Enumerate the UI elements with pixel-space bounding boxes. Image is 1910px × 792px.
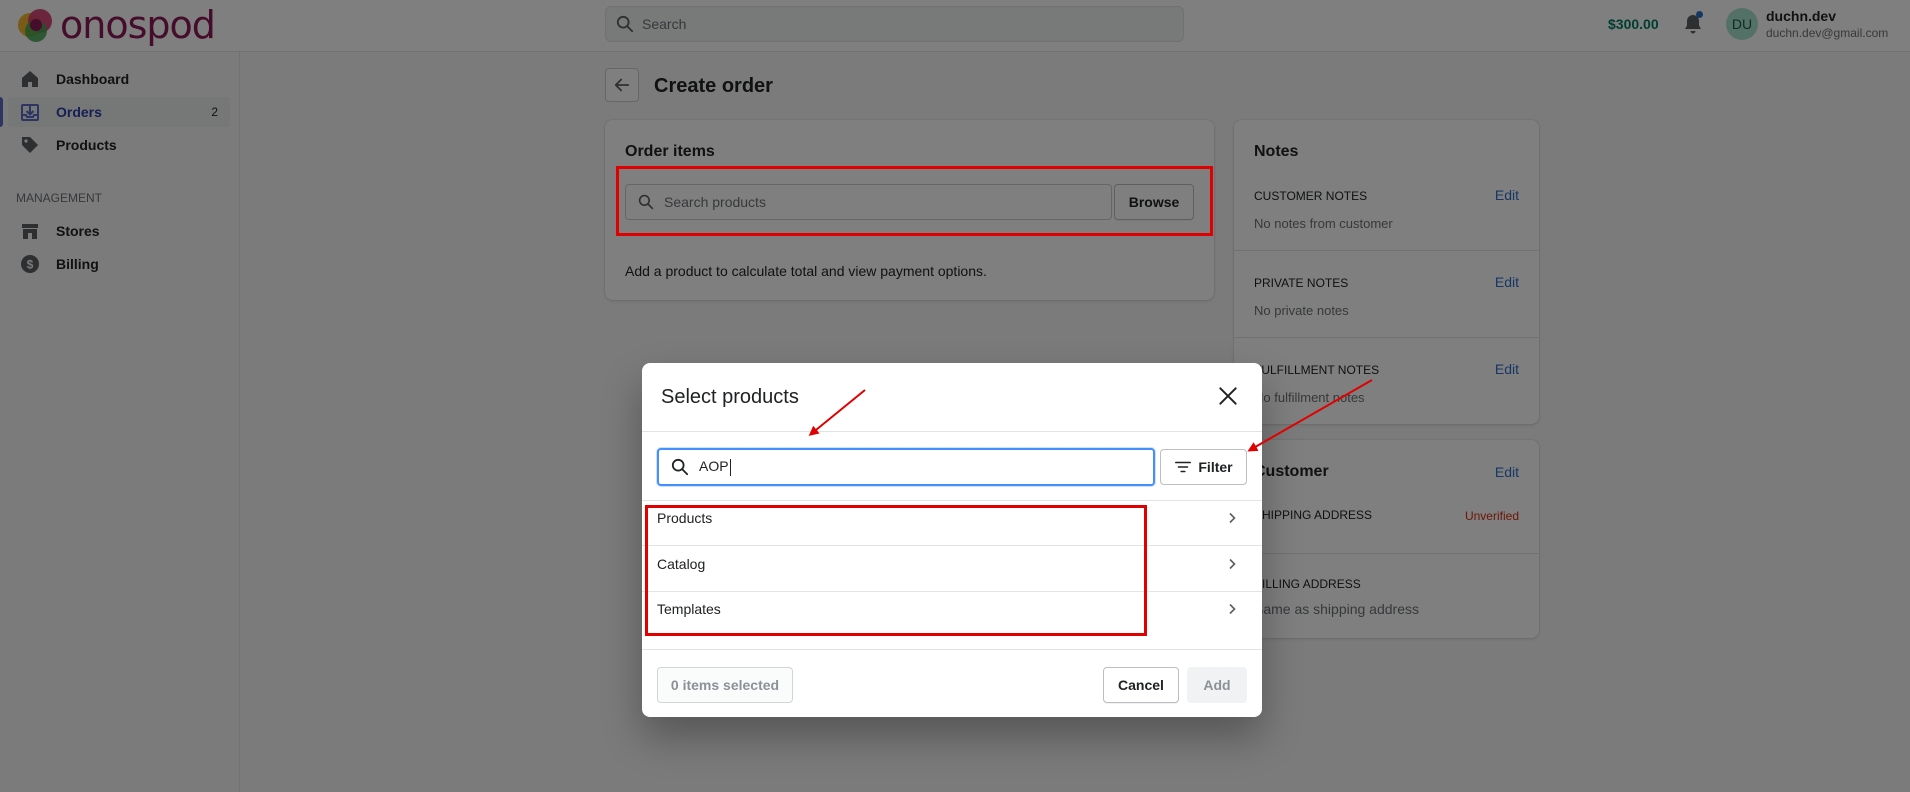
filter-button[interactable]: Filter bbox=[1160, 449, 1247, 485]
annotation-box-list bbox=[645, 505, 1147, 636]
filter-label: Filter bbox=[1198, 459, 1233, 475]
chevron-right-icon bbox=[1222, 599, 1242, 619]
chevron-right-icon bbox=[1222, 508, 1242, 528]
chevron-right-icon bbox=[1222, 554, 1242, 574]
cancel-button[interactable]: Cancel bbox=[1103, 667, 1179, 703]
modal-title: Select products bbox=[661, 386, 799, 408]
close-icon[interactable] bbox=[1213, 381, 1243, 411]
search-icon bbox=[671, 458, 689, 476]
select-products-modal: Select products AOP Filter Products Cata… bbox=[642, 363, 1262, 717]
items-selected-count[interactable]: 0 items selected bbox=[657, 667, 793, 703]
divider bbox=[642, 431, 1262, 432]
modal-search-input[interactable]: AOP bbox=[657, 448, 1155, 486]
modal-search-value: AOP bbox=[699, 458, 731, 476]
add-button[interactable]: Add bbox=[1187, 667, 1247, 703]
divider bbox=[642, 649, 1262, 650]
filter-icon bbox=[1175, 461, 1192, 473]
text-caret bbox=[729, 458, 731, 476]
annotation-box-search bbox=[616, 166, 1213, 236]
